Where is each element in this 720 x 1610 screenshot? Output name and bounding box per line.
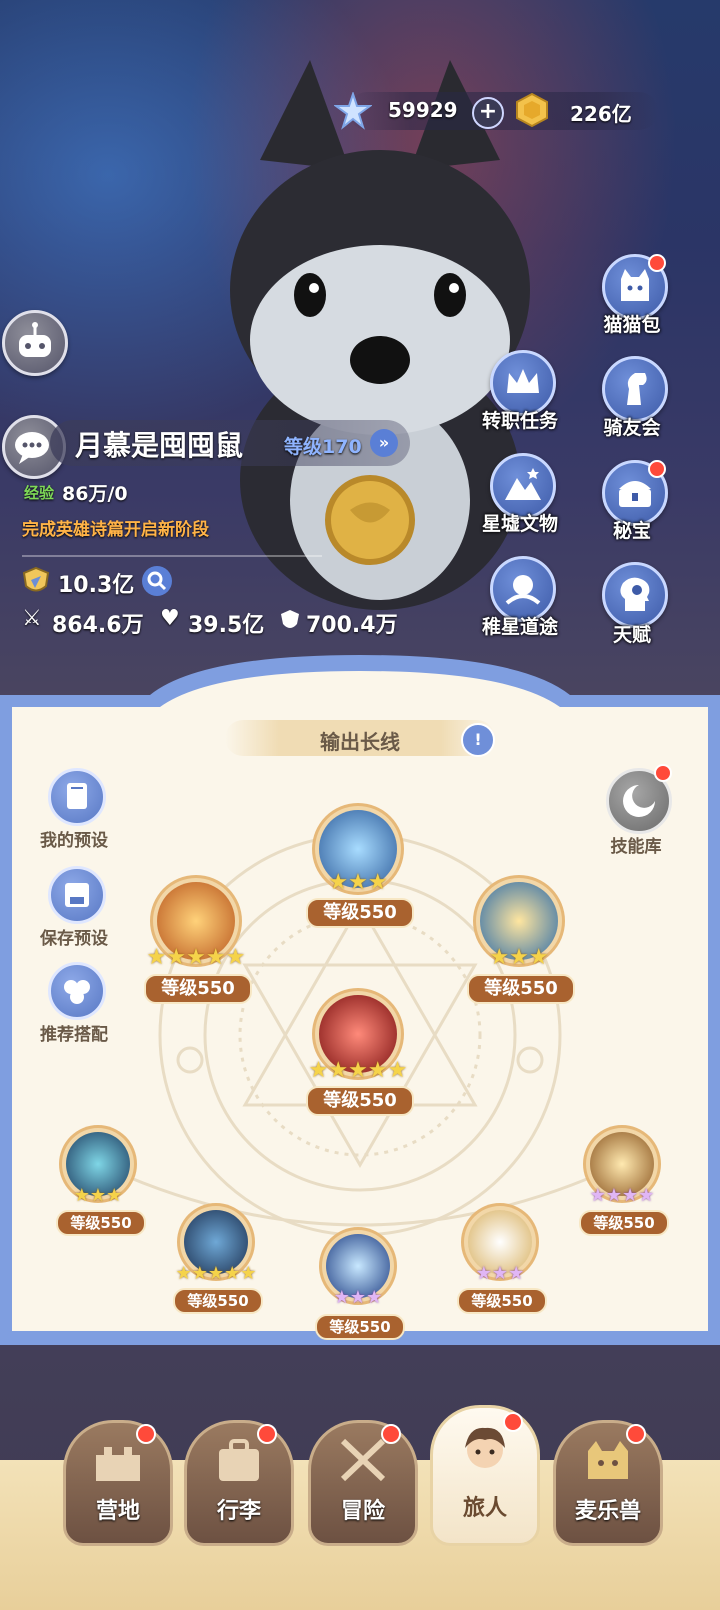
husky-mount-illustration: [230, 60, 530, 610]
skill-stars: ★ ★ ★: [333, 1287, 383, 1308]
exp-value: 86万/0: [62, 483, 128, 505]
horse-icon: [627, 373, 647, 405]
menu-star-path-label: 稚星道途: [481, 616, 558, 638]
attack-value: 864.6万: [52, 613, 144, 638]
skill-level: 等级550: [173, 1288, 263, 1314]
defense-value: 700.4万: [306, 613, 398, 638]
player-name: 月慕是囤囤鼠: [75, 429, 244, 462]
star-path-icon: [505, 575, 541, 605]
skill-library-label: 技能库: [610, 837, 662, 857]
skill-level: 等级550: [579, 1210, 669, 1236]
nav-adventure-button[interactable]: 冒险: [308, 1420, 418, 1546]
gold-coin-icon: [516, 92, 548, 128]
skill-level: 等级550: [306, 898, 414, 928]
ruins-icon: [505, 468, 541, 500]
skill-level: 等级550: [457, 1288, 547, 1314]
skill-stars: ★ ★ ★ ★ ★: [175, 1263, 257, 1284]
menu-talent-button[interactable]: [602, 562, 668, 628]
power-value: 10.3亿: [58, 573, 135, 598]
skill-stars: ★ ★ ★ ★: [589, 1185, 655, 1206]
skill-library-badge: [654, 764, 672, 782]
nav-luggage-label: 行李: [216, 1499, 261, 1524]
presets-icon: [67, 783, 87, 809]
nav-camp-label: 营地: [95, 1499, 140, 1524]
hp-value: 39.5亿: [188, 613, 265, 638]
level-detail-button[interactable]: »: [370, 429, 398, 457]
quest-hint[interactable]: 完成英雄诗篇开启新阶段: [22, 515, 209, 540]
nav-adventure-label: 冒险: [340, 1499, 385, 1524]
save-icon: [65, 883, 89, 907]
nav-camp-button[interactable]: 营地: [63, 1420, 173, 1546]
pet-cat-icon: [588, 1441, 628, 1479]
menu-cat-bag-label: 猫猫包: [603, 314, 661, 336]
skill-stars: ★ ★ ★ ★ ★: [308, 1058, 408, 1083]
nav-traveler-button[interactable]: 旅人: [430, 1405, 540, 1546]
cat-bag-badge: [648, 254, 666, 272]
skill-stars: ★ ★ ★ ★ ★: [146, 945, 246, 970]
traveler-avatar-icon: [465, 1427, 505, 1468]
recommend-icon: [64, 980, 90, 1004]
menu-treasure-label: 秘宝: [612, 520, 651, 542]
add-currency-button[interactable]: +: [472, 97, 504, 129]
talent-icon: [620, 577, 650, 611]
nav-luggage-button[interactable]: 行李: [184, 1420, 294, 1546]
recommended-build-button[interactable]: [48, 962, 106, 1020]
treasure-badge: [648, 460, 666, 478]
star-currency-icon: [334, 92, 372, 130]
heart-icon: ♥: [160, 606, 180, 631]
skill-level: 等级550: [315, 1314, 405, 1340]
recommended-build-label: 推荐搭配: [40, 1025, 108, 1045]
save-preset-button[interactable]: [48, 866, 106, 924]
nav-traveler-badge: [503, 1412, 523, 1432]
nav-pets-button[interactable]: 麦乐兽: [553, 1420, 663, 1546]
build-name: 输出长线: [320, 730, 400, 754]
skill-stars: ★ ★ ★: [73, 1185, 123, 1206]
nav-traveler-label: 旅人: [462, 1496, 507, 1521]
luggage-icon: [219, 1439, 259, 1481]
skill-level: 等级550: [467, 974, 575, 1004]
my-presets-label: 我的预设: [40, 831, 108, 851]
skill-stars: ★ ★ ★: [328, 870, 388, 895]
nav-adventure-badge: [381, 1424, 401, 1444]
menu-ruins-relic-label: 星墟文物: [481, 513, 558, 535]
skill-level: 等级550: [56, 1210, 146, 1236]
star-currency-value: 59929: [388, 98, 458, 122]
menu-rider-club-label: 骑友会: [603, 417, 661, 439]
skill-stars: ★ ★ ★: [489, 945, 549, 970]
gold-currency-value: 226亿: [570, 102, 632, 126]
skill-level: 等级550: [306, 1086, 414, 1116]
nav-pets-badge: [626, 1424, 646, 1444]
menu-talent-label: 天赋: [612, 624, 651, 646]
divider: [22, 555, 322, 557]
robot-assistant-button[interactable]: [2, 310, 68, 376]
build-info-button[interactable]: !: [461, 723, 495, 757]
crossed-swords-icon: [340, 1438, 386, 1482]
search-icon: [147, 571, 167, 591]
robot-icon: [19, 322, 51, 357]
exp-label: 经验: [24, 484, 55, 502]
power-detail-button[interactable]: [142, 566, 172, 596]
crown-icon: [507, 369, 539, 393]
nav-pets-label: 麦乐兽: [574, 1499, 641, 1524]
menu-job-quest-label: 转职任务: [481, 410, 558, 432]
castle-icon: [96, 1447, 140, 1481]
nav-luggage-badge: [257, 1424, 277, 1444]
my-presets-button[interactable]: [48, 768, 106, 826]
save-preset-label: 保存预设: [40, 929, 108, 949]
skill-level: 等级550: [144, 974, 252, 1004]
attack-icon: ⚔: [22, 606, 42, 631]
defense-shield-icon: [281, 610, 299, 628]
player-level: 等级170: [284, 436, 362, 458]
skill-stars: ★ ★ ★: [475, 1263, 525, 1284]
nav-camp-badge: [136, 1424, 156, 1444]
power-shield-icon: [22, 566, 50, 592]
